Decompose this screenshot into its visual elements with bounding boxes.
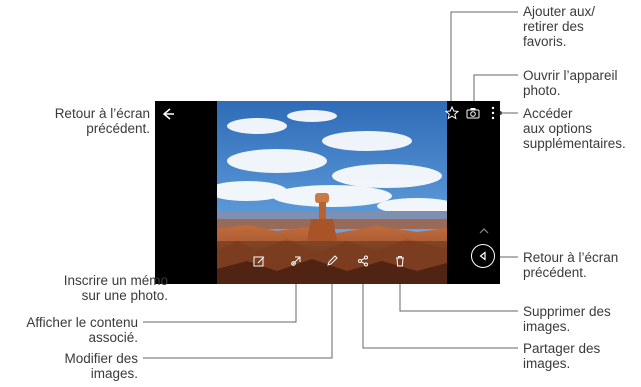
callout-favorites-line-2: retirer des (523, 19, 584, 34)
callout-memo-line-1: Inscrire un mémo (63, 273, 168, 288)
callout-favorites-line-1: Ajouter aux/ (523, 4, 596, 19)
camera-icon[interactable] (466, 107, 480, 119)
callout-edit-line-1: Modifier des (64, 351, 138, 366)
back-triangle-icon (479, 251, 486, 261)
callout-related-line-1: Afficher le contenu (26, 315, 138, 330)
share-icon[interactable] (357, 255, 369, 267)
callout-camera: Ouvrir l’appareil photo. (523, 68, 618, 98)
callout-related: Afficher le contenu associé. (4, 315, 138, 345)
callout-memo: Inscrire un mémo sur une photo. (10, 273, 168, 303)
callout-back-bottom: Retour à l’écran précédent. (523, 250, 618, 280)
callout-favorites: Ajouter aux/ retirer des favoris. (523, 4, 595, 49)
callout-share: Partager des images. (523, 341, 600, 371)
callout-camera-line-1: Ouvrir l’appareil (523, 68, 618, 83)
more-vertical-icon[interactable] (490, 106, 496, 120)
trash-icon[interactable] (394, 255, 406, 267)
callout-more-options: Accéder aux options supplémentaires. (523, 106, 626, 151)
callout-camera-line-2: photo. (523, 83, 561, 98)
back-nav-button[interactable] (471, 244, 495, 268)
callout-back-top: Retour à l’écran précédent. (28, 106, 150, 136)
callout-back-top-line-1: Retour à l’écran (54, 106, 150, 121)
callout-related-line-2: associé. (88, 330, 138, 345)
memo-icon[interactable] (253, 255, 265, 267)
callout-share-line-1: Partager des (523, 341, 601, 356)
gallery-viewer-screen (155, 101, 500, 284)
callout-edit-line-2: images. (90, 366, 138, 381)
callout-delete-line-1: Supprimer des (523, 304, 611, 319)
callout-more-line-1: Accéder (523, 106, 573, 121)
callout-more-line-3: supplémentaires. (523, 136, 626, 151)
star-icon[interactable] (445, 106, 459, 120)
callout-favorites-line-3: favoris. (523, 34, 567, 49)
back-arrow-icon[interactable] (161, 107, 175, 121)
callout-edit: Modifier des images. (10, 351, 138, 381)
callout-memo-line-2: sur une photo. (81, 288, 168, 303)
callout-more-line-2: aux options (523, 121, 593, 136)
callout-back-bottom-line-2: précédent. (523, 265, 587, 280)
callout-back-bottom-line-1: Retour à l’écran (523, 250, 619, 265)
callout-share-line-2: images. (523, 356, 571, 371)
callout-delete-line-2: images. (523, 319, 571, 334)
chevron-up-icon[interactable] (478, 227, 490, 235)
callout-delete: Supprimer des images. (523, 304, 611, 334)
callout-back-top-line-2: précédent. (86, 121, 150, 136)
related-content-icon[interactable] (290, 255, 302, 267)
edit-pencil-icon[interactable] (326, 255, 338, 267)
